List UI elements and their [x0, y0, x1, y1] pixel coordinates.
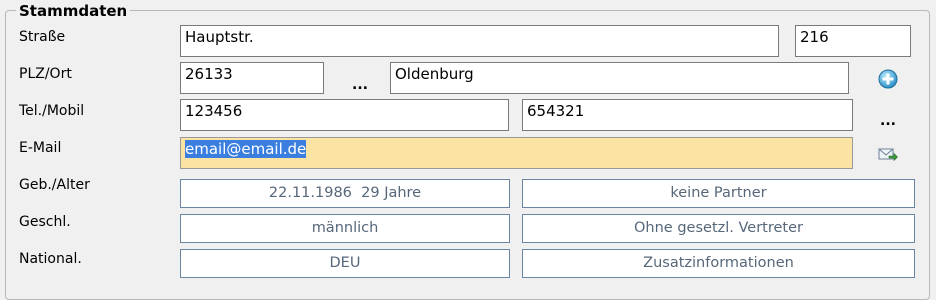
- label-nationality: National.: [19, 251, 82, 267]
- mobile-input[interactable]: 654321: [522, 99, 853, 131]
- nationality-button[interactable]: DEU: [180, 249, 510, 278]
- label-gender: Geschl.: [19, 214, 71, 230]
- label-email: E-Mail: [19, 140, 62, 156]
- additional-info-button[interactable]: Zusatzinformationen: [522, 249, 915, 278]
- add-circle-icon[interactable]: [878, 69, 898, 89]
- city-input[interactable]: Oldenburg: [390, 62, 849, 94]
- label-street: Straße: [19, 29, 66, 45]
- plz-lookup-button[interactable]: ...: [352, 78, 368, 92]
- partner-button[interactable]: keine Partner: [522, 179, 915, 208]
- phone-input[interactable]: 123456: [180, 99, 509, 131]
- plz-input[interactable]: 26133: [180, 62, 324, 94]
- email-value: email@email.de: [185, 140, 307, 158]
- phone-more-button[interactable]: ...: [880, 114, 896, 128]
- label-birth-age: Geb./Alter: [19, 177, 90, 193]
- label-phone-mobile: Tel./Mobil: [19, 103, 85, 119]
- house-number-input[interactable]: 216: [795, 25, 911, 57]
- birth-age-button[interactable]: 22.11.1986 29 Jahre: [180, 179, 510, 208]
- gender-button[interactable]: männlich: [180, 214, 510, 243]
- email-input[interactable]: email@email.de: [180, 137, 853, 169]
- group-title: Stammdaten: [16, 2, 131, 20]
- send-mail-icon[interactable]: [878, 146, 898, 162]
- label-plz-city: PLZ/Ort: [19, 66, 72, 82]
- street-input[interactable]: Hauptstr.: [180, 25, 779, 57]
- legal-representative-button[interactable]: Ohne gesetzl. Vertreter: [522, 214, 915, 243]
